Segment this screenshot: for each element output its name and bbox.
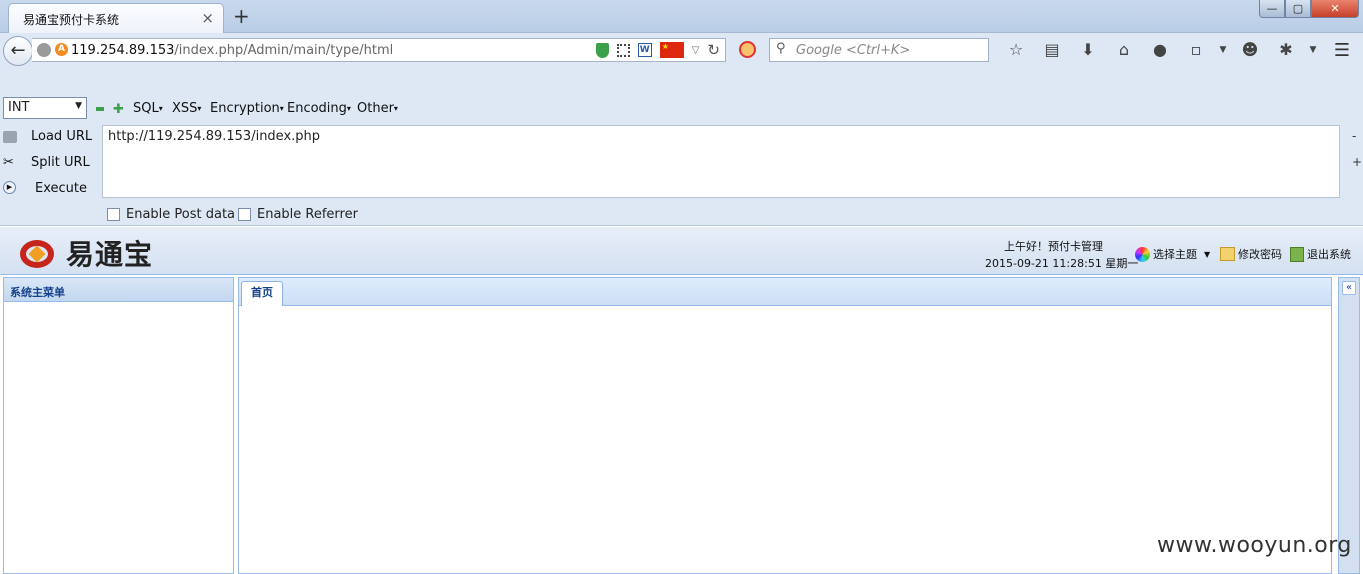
minimize-button[interactable]: — [1259, 0, 1285, 18]
reload-icon[interactable]: ↻ [707, 41, 720, 59]
addon-firebug-icon[interactable]: ● [1142, 39, 1178, 61]
back-button[interactable]: ← [3, 36, 33, 66]
url-text[interactable]: 119.254.89.153/index.php/Admin/main/type… [71, 43, 393, 58]
hackbar-panel: INT ▼ ✚ SQL▾ XSS▾ Encryption▾ Encoding▾ … [0, 67, 1363, 226]
main-menu-title: 系统主菜单 [4, 278, 233, 302]
reading-list-icon[interactable]: ▤ [1034, 39, 1070, 61]
app-header: 易通宝 上午好！预付卡管理 2015-09-21 11:28:51 星期一 选择… [0, 227, 1363, 275]
minus-icon[interactable] [96, 107, 104, 111]
execute-button[interactable]: ▶ Execute [0, 181, 100, 199]
watermark: www.wooyun.org [1157, 533, 1352, 558]
enable-referrer-label: Enable Referrer [257, 207, 358, 222]
menu-encoding[interactable]: Encoding▾ [287, 101, 351, 116]
chevron-down-icon: ▼ [1204, 249, 1211, 259]
close-icon[interactable]: × [201, 9, 214, 27]
plus-icon[interactable]: ✚ [113, 102, 124, 117]
search-icon: ⚲ [776, 41, 786, 56]
shield-icon[interactable] [595, 42, 609, 58]
qr-code-icon[interactable] [616, 43, 630, 57]
main-menu-panel: 系统主菜单 [3, 277, 234, 574]
expand-button[interactable]: + [1352, 155, 1362, 169]
logo: 易通宝 [18, 233, 153, 273]
dropdown-arrow-icon[interactable]: ▽ [692, 45, 700, 56]
load-url-button[interactable]: Load URL [0, 129, 100, 147]
new-tab-button[interactable]: + [233, 4, 250, 28]
browser-tab[interactable]: 易通宝预付卡系统 × [8, 3, 224, 33]
enable-referrer-checkbox[interactable] [238, 208, 251, 221]
noscript-icon[interactable] [739, 41, 756, 58]
tab-home[interactable]: 首页 [241, 281, 283, 306]
url-textarea[interactable]: http://119.254.89.153/index.php [102, 125, 1340, 198]
chevron-down-icon: ▼ [75, 101, 82, 111]
menu-other[interactable]: Other▾ [357, 101, 398, 116]
type-select[interactable]: INT ▼ [3, 97, 87, 119]
dropdown-icon[interactable]: ▼ [1214, 39, 1232, 61]
logout-button[interactable]: 退出系统 [1290, 246, 1351, 262]
url-bar[interactable]: A 119.254.89.153/index.php/Admin/main/ty… [32, 38, 726, 62]
expand-panel-button[interactable]: « [1342, 281, 1356, 295]
menu-xss[interactable]: XSS▾ [172, 101, 201, 116]
maximize-button[interactable]: ▢ [1285, 0, 1311, 18]
change-password-button[interactable]: 修改密码 [1220, 246, 1282, 262]
dropdown-icon-2[interactable]: ▼ [1304, 39, 1322, 61]
exit-icon [1290, 246, 1304, 262]
window-close-button[interactable]: ✕ [1311, 0, 1359, 18]
enable-referrer-option[interactable]: Enable Referrer [238, 207, 358, 222]
logo-text: 易通宝 [66, 238, 154, 271]
datetime: 2015-09-21 11:28:51 星期一 [985, 257, 1139, 270]
choose-theme-button[interactable]: 选择主题 ▼ [1135, 246, 1210, 262]
bookmark-star-icon[interactable]: ☆ [998, 39, 1034, 61]
logo-icon [18, 235, 62, 271]
toolbar-icons: ☆ ▤ ⬇ ⌂ ● ▫ ▼ ☻ ✱ ▼ [998, 39, 1322, 61]
color-wheel-icon [1135, 246, 1150, 262]
home-icon[interactable]: ⌂ [1106, 39, 1142, 61]
page-tools-icon[interactable]: ▫ [1178, 39, 1214, 61]
play-icon: ▶ [3, 181, 16, 194]
chat-icon[interactable]: ☻ [1232, 39, 1268, 61]
menu-sql[interactable]: SQL▾ [133, 101, 163, 116]
enable-post-option[interactable]: Enable Post data [107, 207, 235, 222]
type-select-value: INT [8, 100, 30, 115]
load-url-icon [3, 131, 17, 143]
search-placeholder: Google <Ctrl+K> [796, 43, 911, 58]
enable-post-label: Enable Post data [126, 207, 236, 222]
spider-icon[interactable]: ✱ [1268, 39, 1304, 61]
search-input[interactable]: ⚲ Google <Ctrl+K> [769, 38, 989, 62]
browser-tabstrip: 易通宝预付卡系统 × + — ▢ ✕ [0, 0, 1363, 33]
w-icon[interactable]: W [637, 43, 652, 57]
content-tabbar: 首页 [239, 278, 1331, 306]
menu-button[interactable]: ☰ [1331, 40, 1353, 61]
china-flag-icon[interactable] [659, 42, 684, 58]
globe-icon [37, 43, 51, 57]
scissors-icon: ✂ [3, 155, 14, 170]
addon-a-icon[interactable]: A [55, 43, 68, 56]
enable-post-checkbox[interactable] [107, 208, 120, 221]
navigation-toolbar: ← A 119.254.89.153/index.php/Admin/main/… [0, 33, 1363, 67]
menu-encryption[interactable]: Encryption▾ [210, 101, 284, 116]
tab-title: 易通宝预付卡系统 [23, 13, 120, 27]
edit-icon [1220, 247, 1235, 261]
split-url-button[interactable]: ✂ Split URL [0, 155, 100, 173]
shrink-button[interactable]: - [1352, 129, 1356, 143]
greeting: 上午好！预付卡管理 [1004, 240, 1103, 253]
download-icon[interactable]: ⬇ [1070, 39, 1106, 61]
content-panel: 首页 [238, 277, 1332, 574]
east-collapsed-panel: « [1338, 277, 1360, 574]
url-bar-icons: W ▽ ↻ [595, 41, 720, 59]
